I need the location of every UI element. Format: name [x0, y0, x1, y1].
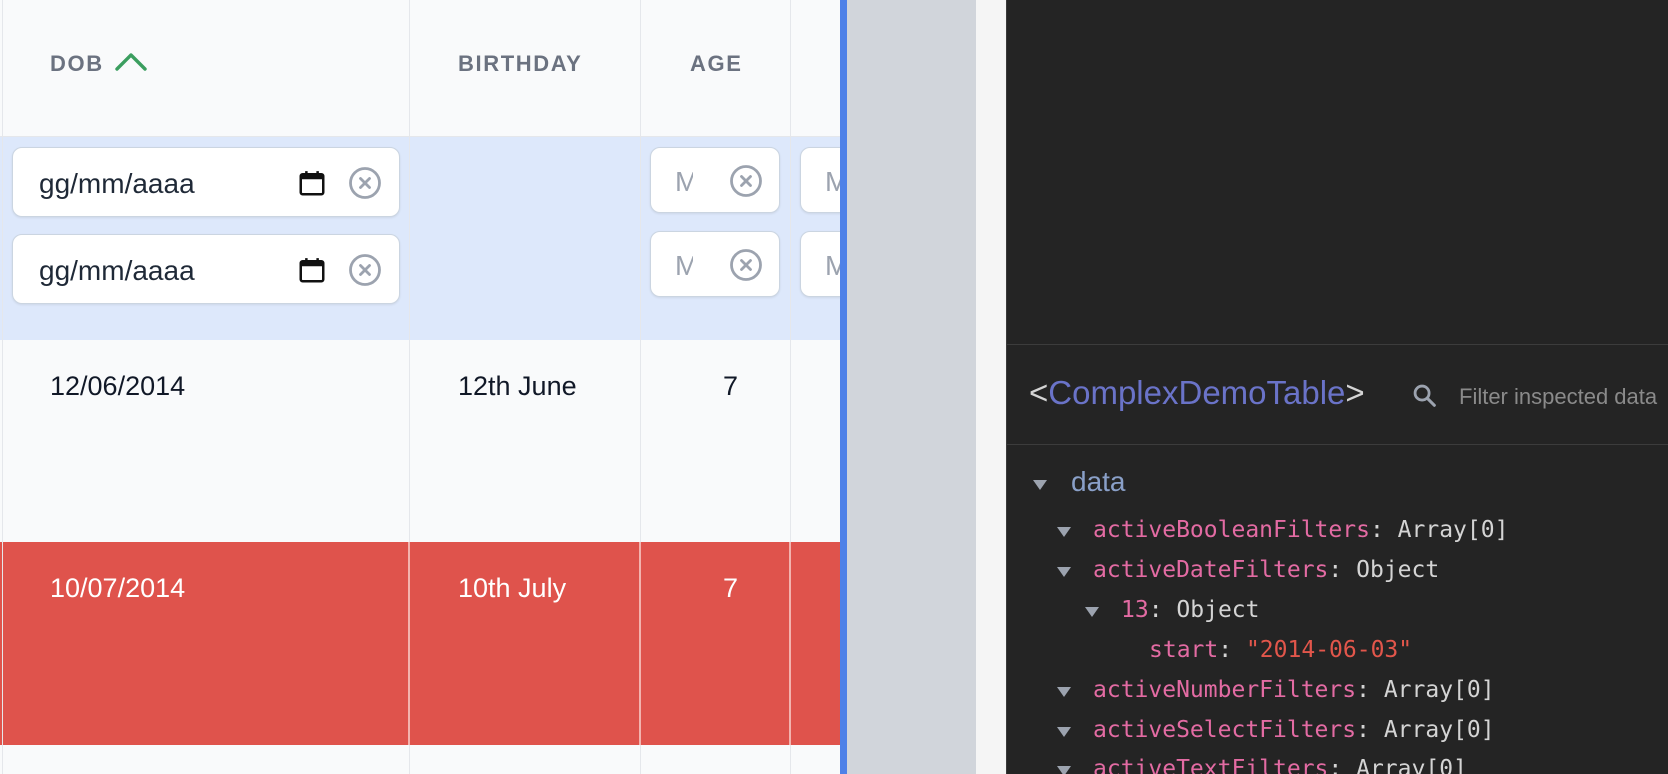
collapse-triangle-icon[interactable]	[1057, 567, 1071, 577]
next-column-min-input[interactable]: M	[800, 147, 840, 213]
age-min-input[interactable]: M	[650, 147, 780, 213]
tree-key: activeTextFilters	[1093, 756, 1329, 774]
column-divider	[2, 0, 3, 774]
sort-ascending-icon[interactable]	[114, 51, 148, 73]
cell-dob: 12/06/2014	[50, 371, 186, 401]
age-max-input[interactable]: M	[650, 231, 780, 297]
tree-key: activeBooleanFilters	[1093, 517, 1370, 543]
collapse-triangle-icon[interactable]	[1057, 527, 1071, 537]
column-header-label: DOB	[50, 51, 104, 76]
column-divider	[789, 542, 791, 745]
component-title: <ComplexDemoTable>	[1029, 376, 1365, 409]
table-row-highlighted[interactable]: 10/07/2014 10th July 7	[0, 542, 840, 745]
date-input-placeholder: gg/mm/aaaa	[39, 168, 195, 199]
tree-key: activeDateFilters	[1093, 557, 1329, 583]
column-header-label: BIRTHDAY	[458, 51, 583, 76]
cell-birthday: 12th June	[458, 371, 577, 401]
search-icon	[1413, 384, 1436, 407]
date-input-placeholder: gg/mm/aaaa	[39, 255, 195, 286]
devtools-panel: <ComplexDemoTable> Filter inspected data…	[1006, 0, 1668, 774]
collapse-triangle-icon[interactable]	[1085, 607, 1099, 617]
clear-filter-icon[interactable]	[729, 248, 763, 282]
tree-value: Object	[1356, 557, 1440, 583]
clear-filter-icon[interactable]	[348, 166, 382, 200]
collapse-triangle-icon[interactable]	[1057, 766, 1071, 774]
section-title: data	[1071, 466, 1126, 497]
number-input-placeholder: M	[825, 168, 840, 196]
page-gutter	[847, 0, 976, 774]
calendar-icon[interactable]	[297, 255, 327, 285]
tree-key: 13	[1121, 597, 1149, 623]
filter-inspected-data-input[interactable]: Filter inspected data	[1411, 378, 1668, 414]
bracket-open: <	[1029, 374, 1049, 411]
number-input-placeholder: M	[675, 252, 693, 280]
tree-value: Array[0]	[1356, 756, 1467, 774]
cell-age: 7	[723, 573, 739, 603]
collapse-triangle-icon[interactable]	[1033, 480, 1047, 490]
number-input-placeholder: M	[675, 168, 693, 196]
tree-key: activeSelectFilters	[1093, 717, 1357, 743]
cell-age: 7	[723, 371, 739, 401]
tree-value: Object	[1176, 597, 1260, 623]
data-table: DOB BIRTHDAY AGE gg/mm/aaaa gg/mm/aaaa 1…	[0, 0, 840, 774]
column-header-birthday[interactable]: BIRTHDAY	[458, 53, 582, 76]
tree-value: Array[0]	[1383, 677, 1495, 703]
collapse-triangle-icon[interactable]	[1057, 727, 1071, 737]
table-row[interactable]: 12/06/2014 12th June 7	[0, 340, 840, 542]
next-column-max-input[interactable]: M	[800, 231, 840, 297]
tree-value: "2014-06-03"	[1245, 637, 1413, 663]
dob-end-date-input[interactable]: gg/mm/aaaa	[12, 234, 400, 304]
cell-dob: 10/07/2014	[50, 573, 186, 603]
column-divider	[639, 542, 641, 745]
component-name: ComplexDemoTable	[1048, 374, 1346, 411]
search-placeholder: Filter inspected data	[1459, 384, 1658, 409]
cell-birthday: 10th July	[458, 573, 567, 603]
column-header-dob[interactable]: DOB	[50, 51, 147, 76]
dob-start-date-input[interactable]: gg/mm/aaaa	[12, 147, 400, 217]
tree-value: Array[0]	[1397, 517, 1509, 543]
column-divider	[408, 542, 410, 745]
panel-separator	[1007, 444, 1668, 445]
bracket-close: >	[1345, 374, 1365, 411]
column-header-label: AGE	[690, 51, 743, 76]
tree-key: activeNumberFilters	[1093, 677, 1357, 703]
pane-resize-handle[interactable]	[840, 0, 847, 774]
devtools-edge	[976, 0, 1006, 774]
collapse-triangle-icon[interactable]	[1057, 687, 1071, 697]
clear-filter-icon[interactable]	[729, 164, 763, 198]
number-input-placeholder: M	[825, 252, 840, 280]
clear-filter-icon[interactable]	[348, 253, 382, 287]
panel-separator	[1007, 344, 1668, 345]
tree-key: start	[1149, 637, 1219, 663]
calendar-icon[interactable]	[297, 168, 327, 198]
tree-value: Array[0]	[1383, 717, 1495, 743]
column-header-age[interactable]: AGE	[690, 53, 742, 76]
